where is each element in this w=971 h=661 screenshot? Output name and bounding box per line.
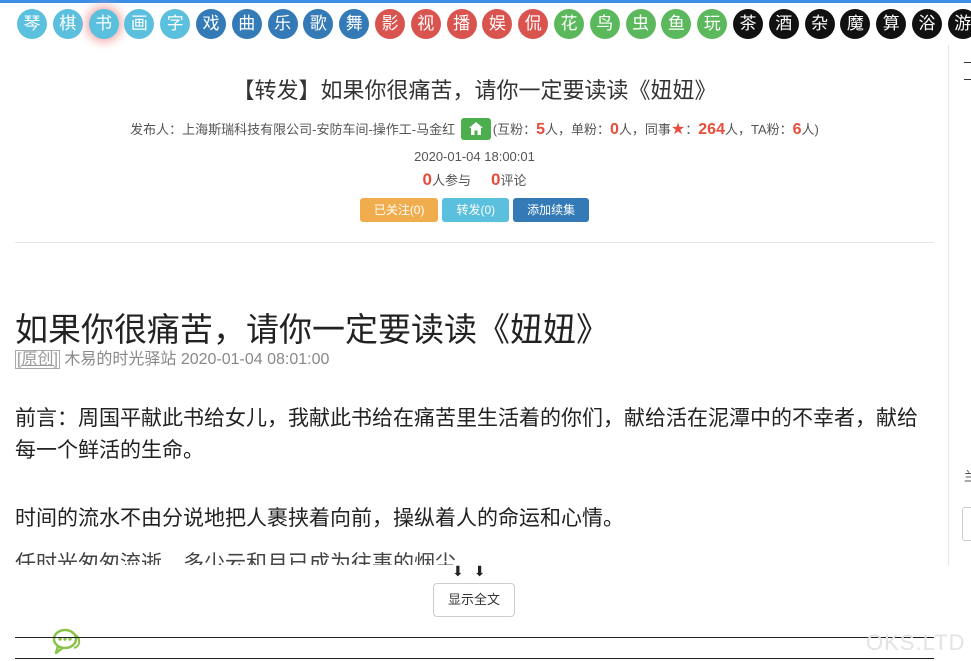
follow-button[interactable]: 已关注(0): [359, 198, 439, 222]
article-byline: [原创] 木易的时光驿站 2020-01-04 08:01:00: [15, 345, 329, 369]
single-label: 人，单粉：: [544, 122, 610, 137]
category-item[interactable]: 玩: [697, 9, 728, 39]
publisher-info: 发布人：上海斯瑞科技有限公司-安防车间-操作工-马金红 (互粉：5人，单粉：0人…: [0, 117, 949, 142]
fans-suffix: 人): [801, 122, 819, 137]
category-item[interactable]: 浴: [912, 9, 942, 39]
category-item[interactable]: 游: [947, 9, 971, 39]
post-stats: 0人参与 0评论: [0, 170, 949, 190]
article-paragraph: 时间的流水不由分说地把人裹挟着向前，操纵着人的命运和心情。: [15, 507, 624, 530]
category-item[interactable]: 戏: [196, 9, 226, 39]
original-tag: [原创]: [15, 350, 60, 369]
article-date: 2020-01-04 08:01:00: [180, 351, 330, 368]
home-button[interactable]: [460, 117, 491, 140]
top-accent-line: [0, 0, 971, 3]
category-item[interactable]: 虫: [625, 9, 656, 39]
ta-label: 人，TA粉：: [724, 122, 793, 137]
main-content: 【转发】如果你很痛苦，请你一定要读读《妞妞》 发布人：上海斯瑞科技有限公司-安防…: [0, 45, 949, 565]
category-item[interactable]: 酒: [768, 9, 799, 39]
participants-label: 人参与: [431, 173, 471, 188]
right-sidebar: [948, 45, 971, 565]
category-item[interactable]: 魔: [840, 9, 871, 39]
fans-prefix: (互粉：: [492, 122, 537, 137]
colleague-count: 264: [698, 121, 725, 138]
colleague-colon: ：: [685, 122, 699, 137]
home-icon: [468, 121, 483, 135]
forward-button[interactable]: 转发(0): [442, 198, 510, 222]
category-item[interactable]: 舞: [339, 9, 370, 39]
category-item[interactable]: 杂: [804, 9, 835, 39]
participants-count: 0: [422, 170, 432, 189]
single-fans-count: 0: [610, 121, 619, 138]
chat-icon[interactable]: [52, 628, 82, 656]
category-item[interactable]: 琴: [17, 9, 47, 39]
category-item[interactable]: 茶: [733, 9, 763, 39]
category-item[interactable]: 影: [375, 9, 405, 39]
watermark-text: OKS.LTD: [866, 630, 966, 655]
category-item[interactable]: 字: [160, 9, 191, 39]
category-item[interactable]: 娱: [482, 9, 513, 39]
arrow-down-icon: ⬇⬇: [452, 563, 496, 579]
category-item[interactable]: 鸟: [589, 9, 620, 39]
category-item[interactable]: 乐: [267, 9, 298, 39]
header-divider: [15, 242, 934, 243]
post-title: 【转发】如果你很痛苦，请你一定要读读《妞妞》: [232, 78, 717, 103]
show-full-text-button[interactable]: 显示全文: [433, 583, 515, 617]
category-item[interactable]: 鱼: [661, 9, 692, 39]
category-item[interactable]: 书: [88, 9, 119, 39]
sidebar-line: [964, 79, 971, 80]
colleague-star-icon: ★: [670, 121, 686, 138]
sidebar-box[interactable]: [962, 507, 971, 541]
sidebar-glyph: 兰: [964, 469, 971, 484]
category-item[interactable]: 画: [124, 9, 155, 39]
article-title: 如果你很痛苦，请你一定要读读《妞妞》: [15, 311, 609, 348]
footer-rule: [15, 637, 934, 638]
publisher-name[interactable]: 上海斯瑞科技有限公司-安防车间-操作工-马金红: [182, 122, 455, 137]
category-item[interactable]: 花: [554, 9, 584, 39]
post-date: 2020-01-04 18:00:01: [414, 149, 535, 164]
comments-label: 评论: [500, 173, 527, 188]
category-item[interactable]: 视: [410, 9, 441, 39]
action-buttons: 已关注(0) 转发(0) 添加续集: [0, 198, 949, 222]
colleague-label: 人，同事: [618, 122, 671, 137]
ta-fans-count: 6: [792, 121, 802, 138]
sidebar-line: [964, 62, 971, 63]
article-author[interactable]: 木易的时光驿站: [64, 351, 176, 368]
mutual-fans-count: 5: [536, 121, 545, 138]
footer-rule: [15, 658, 934, 659]
category-item[interactable]: 歌: [303, 9, 334, 39]
category-item[interactable]: 棋: [52, 9, 83, 39]
add-sequel-button[interactable]: 添加续集: [513, 198, 590, 222]
publisher-label: 发布人：: [130, 122, 183, 137]
category-item[interactable]: 算: [876, 9, 907, 39]
category-item[interactable]: 侃: [518, 9, 549, 39]
category-item[interactable]: 曲: [231, 9, 262, 39]
category-item[interactable]: 播: [446, 9, 477, 39]
article-paragraph: 前言：周国平献此书给女儿，我献此书给在痛苦里生活着的你们，献给活在泥潭中的不幸者…: [15, 407, 918, 462]
